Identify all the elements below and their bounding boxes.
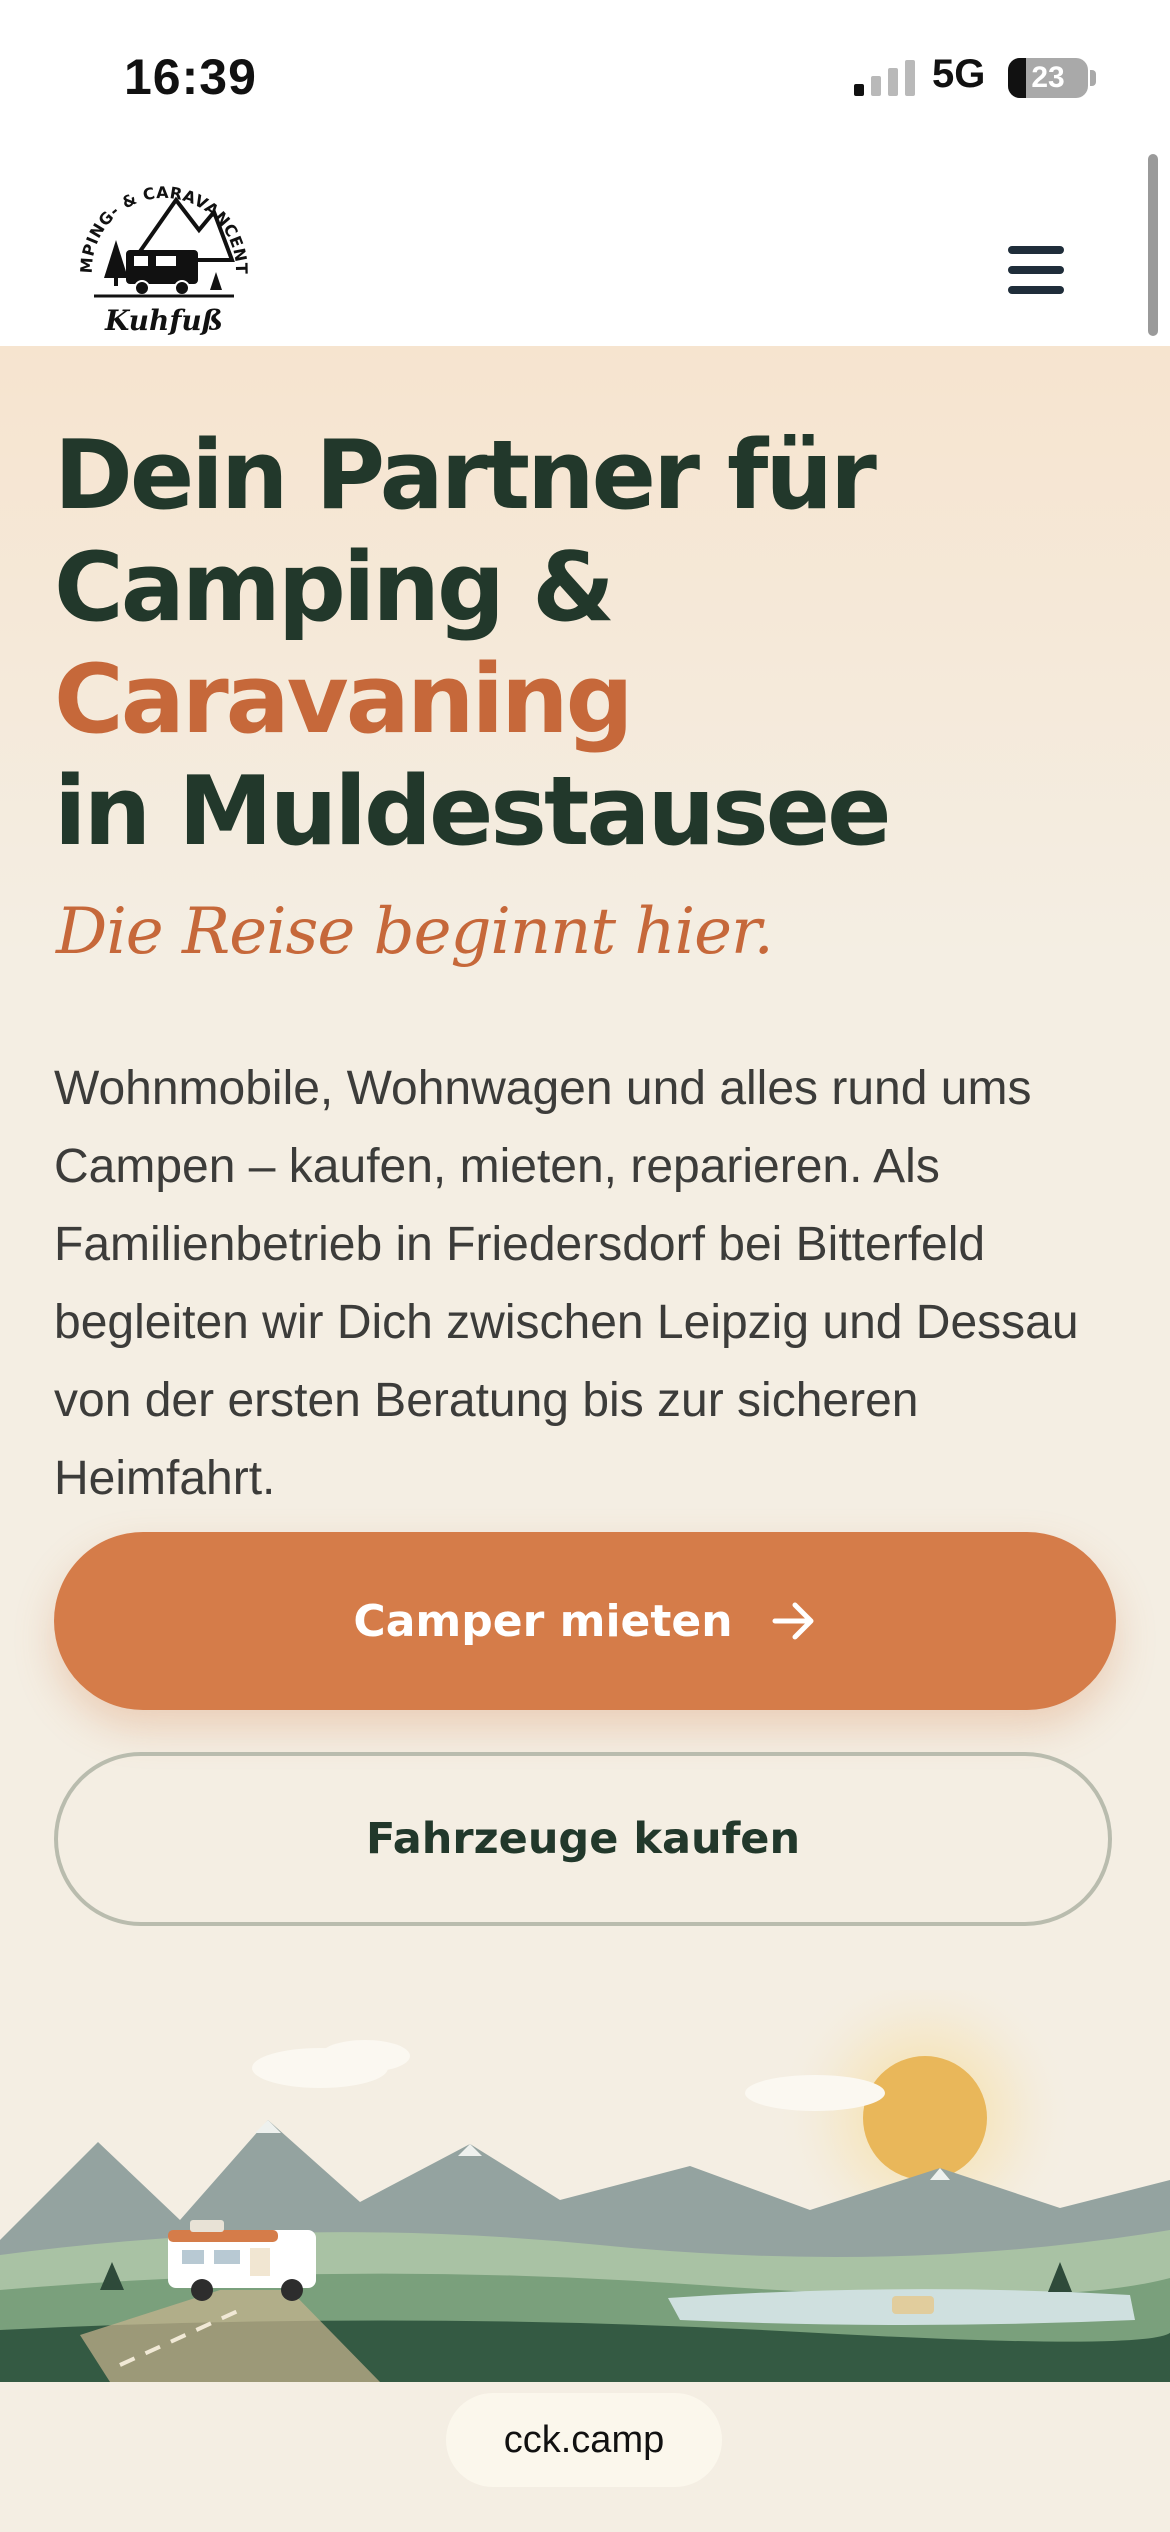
camper-mieten-button[interactable]: Camper mieten xyxy=(54,1532,1116,1710)
signal-icon xyxy=(854,60,915,96)
arrow-right-icon xyxy=(772,1602,814,1640)
menu-button[interactable] xyxy=(1000,244,1072,296)
hero-lead-text: Wohnmobile, Wohnwagen und alles rund ums… xyxy=(54,1062,1079,1505)
network-label: 5G xyxy=(932,52,986,96)
hamburger-icon-line xyxy=(1008,286,1064,294)
hamburger-icon xyxy=(1008,246,1064,254)
sun-icon xyxy=(863,2056,987,2180)
hero-tagline: Die Reise beginnt hier. xyxy=(56,895,774,969)
battery-tip xyxy=(1090,70,1096,86)
landscape-illustration xyxy=(0,1990,1170,2382)
scrollbar[interactable] xyxy=(1148,154,1158,336)
headline-line-1: Dein Partner für xyxy=(54,421,877,531)
hamburger-icon-line xyxy=(1008,266,1064,274)
status-bar: 16:39 5G 23 xyxy=(0,0,1170,148)
fahrzeuge-kaufen-button[interactable]: Fahrzeuge kaufen xyxy=(54,1752,1112,1926)
company-logo[interactable]: CAMPING- & CARAVANCENTER Kuhfuß xyxy=(64,150,264,340)
cloud-icon xyxy=(745,2075,885,2111)
hero-headline: Dein Partner für Camping & Caravaning in… xyxy=(54,420,1134,868)
battery-percent: 23 xyxy=(1031,61,1065,94)
headline-line-2: Camping & xyxy=(54,533,615,643)
url-bar[interactable]: cck.camp xyxy=(446,2393,722,2487)
headline-line-4: in Muldestausee xyxy=(54,757,892,867)
headline-accent: Caravaning xyxy=(54,645,634,755)
battery-icon: 23 xyxy=(1008,58,1088,98)
camper-mieten-label: Camper mieten xyxy=(353,1595,733,1647)
svg-text:Kuhfuß: Kuhfuß xyxy=(104,304,223,337)
status-time: 16:39 xyxy=(124,49,257,105)
url-text: cck.camp xyxy=(503,2418,665,2461)
fahrzeuge-kaufen-label: Fahrzeuge kaufen xyxy=(365,1814,801,1864)
